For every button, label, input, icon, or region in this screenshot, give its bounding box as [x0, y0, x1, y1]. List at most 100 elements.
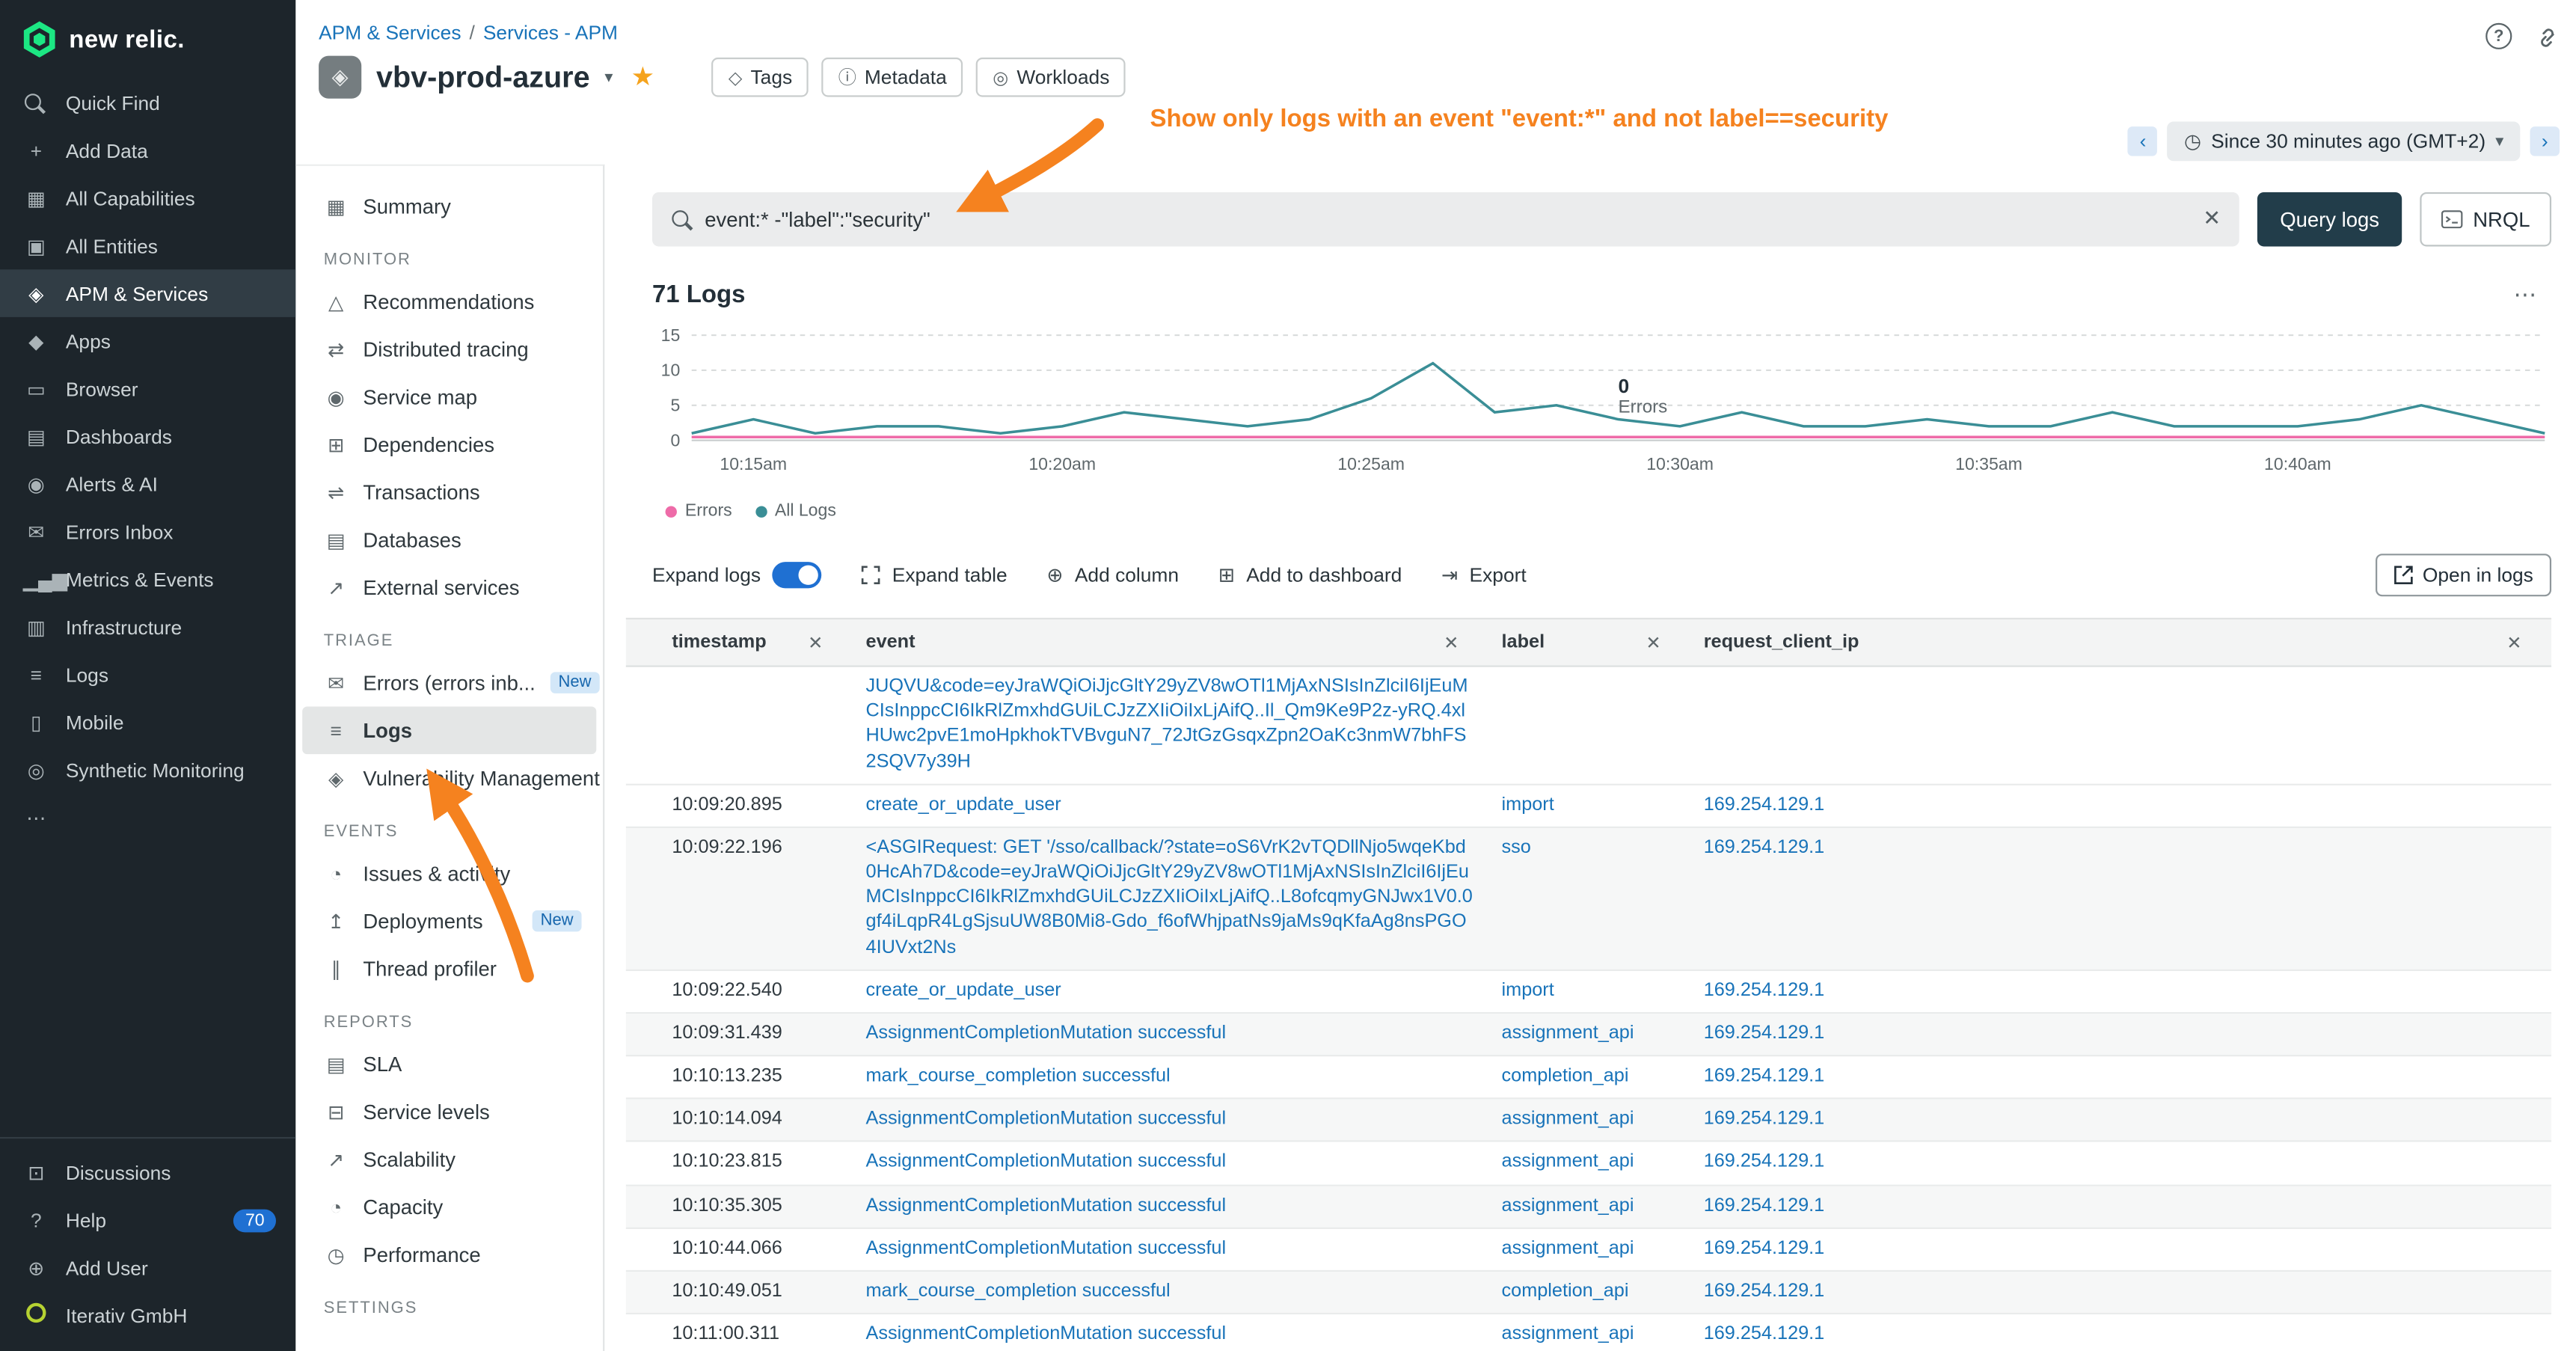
query-logs-button[interactable]: Query logs	[2257, 192, 2402, 246]
ip-link[interactable]: 169.254.129.1	[1704, 838, 1825, 857]
label-link[interactable]: sso	[1502, 838, 1531, 857]
legend-item-errors[interactable]: Errors	[666, 501, 732, 521]
table-row[interactable]: 10:10:44.066AssignmentCompletionMutation…	[626, 1228, 2551, 1271]
nav-rail-item-dashboards[interactable]: ▤Dashboards	[0, 412, 295, 460]
event-link[interactable]: AssignmentCompletionMutation successful	[866, 1195, 1227, 1215]
event-link[interactable]: mark_course_completion successful	[866, 1281, 1171, 1301]
remove-column-icon[interactable]: ✕	[2506, 632, 2521, 654]
entity-nav-item-sla[interactable]: ▤SLA	[302, 1040, 596, 1088]
nav-rail-item-browser[interactable]: ▭Browser	[0, 365, 295, 413]
label-link[interactable]: assignment_api	[1502, 1239, 1634, 1258]
entity-nav-item-performance[interactable]: ◷Performance	[302, 1231, 596, 1278]
ip-link[interactable]: 169.254.129.1	[1704, 1195, 1825, 1215]
time-back-button[interactable]: ‹	[2128, 126, 2158, 156]
label-link[interactable]: completion_api	[1502, 1067, 1629, 1086]
ip-link[interactable]: 169.254.129.1	[1704, 1109, 1825, 1129]
new-relic-logo[interactable]: new relic.	[0, 0, 295, 79]
event-link[interactable]: JUQVU&code=eyJraWQiOiJjcGltY29yZV8wOTl1M…	[866, 677, 1468, 771]
add-to-dashboard-button[interactable]: ⊞ Add to dashboard	[1218, 563, 1402, 586]
event-link[interactable]: create_or_update_user	[866, 794, 1061, 814]
permalink-icon[interactable]	[2535, 24, 2560, 49]
nav-rail-item-discussions[interactable]: ⊡Discussions	[0, 1148, 295, 1196]
nav-rail-item-iterativ-gmbh[interactable]: Iterativ GmbH	[0, 1291, 295, 1339]
label-link[interactable]: completion_api	[1502, 1281, 1629, 1301]
label-link[interactable]: assignment_api	[1502, 1023, 1634, 1043]
nav-rail-item-help[interactable]: ?Help70	[0, 1196, 295, 1244]
add-column-button[interactable]: ⊕ Add column	[1046, 563, 1179, 586]
table-row[interactable]: 10:10:23.815AssignmentCompletionMutation…	[626, 1142, 2551, 1185]
nav-rail-item-mobile[interactable]: ▯Mobile	[0, 698, 295, 746]
entity-nav-item-vulnerability-management[interactable]: ◈Vulnerability Management	[302, 754, 596, 802]
entity-nav-item-errors-errors-inb[interactable]: ✉Errors (errors inb...New	[302, 659, 596, 707]
breadcrumb-apm-services[interactable]: APM & Services	[319, 22, 461, 45]
table-row[interactable]: 10:10:13.235mark_course_completion succe…	[626, 1056, 2551, 1099]
label-link[interactable]: assignment_api	[1502, 1325, 1634, 1344]
help-circle-icon[interactable]: ?	[2485, 23, 2512, 49]
tags-button[interactable]: ◇Tags	[712, 58, 809, 97]
event-link[interactable]: AssignmentCompletionMutation successful	[866, 1325, 1227, 1344]
nav-rail-item-errors-inbox[interactable]: ✉Errors Inbox	[0, 508, 295, 556]
open-in-logs-button[interactable]: Open in logs	[2375, 554, 2551, 596]
column-header-request_client_ip[interactable]: request_client_ip✕	[1690, 619, 2551, 666]
ip-link[interactable]: 169.254.129.1	[1704, 1067, 1825, 1086]
nav-rail-item-quick-find[interactable]: Quick Find	[0, 79, 295, 126]
log-query-input[interactable]	[652, 192, 2239, 246]
metadata-button[interactable]: ⓘMetadata	[822, 58, 963, 97]
table-row[interactable]: 10:10:35.305AssignmentCompletionMutation…	[626, 1186, 2551, 1228]
entity-nav-item-scalability[interactable]: ↗Scalability	[302, 1136, 596, 1183]
event-link[interactable]: AssignmentCompletionMutation successful	[866, 1153, 1227, 1172]
entity-switcher-caret-icon[interactable]: ▾	[604, 68, 613, 86]
entity-nav-item-logs[interactable]: ≡Logs	[302, 706, 596, 754]
time-forward-button[interactable]: ›	[2530, 126, 2560, 156]
remove-column-icon[interactable]: ✕	[808, 632, 823, 654]
table-row[interactable]: 10:09:20.895create_or_update_userimport1…	[626, 785, 2551, 827]
entity-nav-item-databases[interactable]: ▤Databases	[302, 516, 596, 564]
nav-rail-item-logs[interactable]: ≡Logs	[0, 651, 295, 699]
export-button[interactable]: ⇥ Export	[1441, 563, 1527, 586]
column-header-label[interactable]: label✕	[1488, 619, 1690, 666]
label-link[interactable]: assignment_api	[1502, 1195, 1634, 1215]
nav-rail-item-infrastructure[interactable]: ▥Infrastructure	[0, 603, 295, 651]
table-row[interactable]: 10:09:31.439AssignmentCompletionMutation…	[626, 1014, 2551, 1056]
entity-nav-item-recommendations[interactable]: △Recommendations	[302, 278, 596, 325]
table-row[interactable]: 10:10:14.094AssignmentCompletionMutation…	[626, 1100, 2551, 1142]
overflow-menu-icon[interactable]: ⋯	[2514, 281, 2539, 309]
event-link[interactable]: AssignmentCompletionMutation successful	[866, 1239, 1227, 1258]
nav-rail-item-metrics-events[interactable]: ▁▄▆Metrics & Events	[0, 555, 295, 603]
entity-nav-item-service-levels[interactable]: ⊟Service levels	[302, 1088, 596, 1136]
entity-nav-item-distributed-tracing[interactable]: ⇄Distributed tracing	[302, 325, 596, 373]
breadcrumb-services-apm[interactable]: Services - APM	[483, 22, 618, 45]
nav-rail-item-add-user[interactable]: ⊕Add User	[0, 1244, 295, 1292]
table-row[interactable]: 10:11:00.311AssignmentCompletionMutation…	[626, 1314, 2551, 1351]
column-header-timestamp[interactable]: timestamp✕	[659, 619, 853, 666]
clear-query-icon[interactable]: ✕	[2203, 206, 2221, 232]
entity-nav-item-external-services[interactable]: ↗External services	[302, 563, 596, 611]
entity-nav-item-deployments[interactable]: ↥DeploymentsNew	[302, 897, 596, 945]
label-link[interactable]: import	[1502, 794, 1554, 814]
ip-link[interactable]: 169.254.129.1	[1704, 1281, 1825, 1301]
remove-column-icon[interactable]: ✕	[1646, 632, 1660, 654]
entity-nav-item-summary[interactable]: ▦Summary	[302, 183, 596, 230]
entity-nav-item-issues-activity[interactable]: ◔Issues & activity	[302, 850, 596, 898]
logs-chart[interactable]: 05101510:15am10:20am10:25am10:30am10:35a…	[652, 325, 2551, 483]
ip-link[interactable]: 169.254.129.1	[1704, 1239, 1825, 1258]
expand-table-button[interactable]: Expand table	[861, 563, 1008, 586]
entity-nav-item-capacity[interactable]: ◔Capacity	[302, 1183, 596, 1231]
remove-column-icon[interactable]: ✕	[1444, 632, 1459, 654]
ip-link[interactable]: 169.254.129.1	[1704, 981, 1825, 1000]
nav-rail-item-all-entities[interactable]: ▣All Entities	[0, 222, 295, 270]
entity-nav-item-dependencies[interactable]: ⊞Dependencies	[302, 420, 596, 468]
ip-link[interactable]: 169.254.129.1	[1704, 1023, 1825, 1043]
event-link[interactable]: mark_course_completion successful	[866, 1067, 1171, 1086]
nav-rail-item-apm-services[interactable]: ◈APM & Services	[0, 269, 295, 317]
column-header-event[interactable]: event✕	[853, 619, 1488, 666]
expand-logs-toggle[interactable]	[772, 562, 821, 588]
table-row[interactable]: JUQVU&code=eyJraWQiOiJjcGltY29yZV8wOTl1M…	[626, 667, 2551, 785]
ip-link[interactable]: 169.254.129.1	[1704, 1325, 1825, 1344]
event-link[interactable]: <ASGIRequest: GET '/sso/callback/?state=…	[866, 838, 1473, 958]
entity-nav-item-service-map[interactable]: ◉Service map	[302, 373, 596, 421]
entity-nav-item-transactions[interactable]: ⇌Transactions	[302, 468, 596, 516]
time-picker[interactable]: ◷ Since 30 minutes ago (GMT+2) ▾	[2168, 122, 2520, 162]
entity-nav-item-thread-profiler[interactable]: ∥Thread profiler	[302, 945, 596, 993]
favorite-star-icon[interactable]: ★	[631, 61, 655, 94]
